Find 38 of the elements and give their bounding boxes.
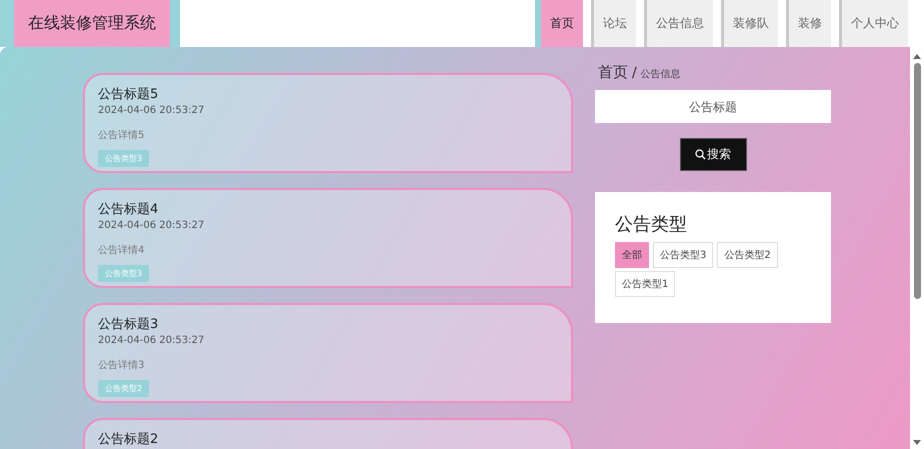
type-heading: 公告类型 [615,213,688,236]
nav-tab[interactable]: 公告信息 [644,0,713,47]
notice-title: 公告标题2 [98,431,160,448]
notice-type-tag: 公告类型2 [98,380,150,397]
nav-tab[interactable]: 装修 [786,0,831,47]
search-icon [695,149,706,160]
search-field[interactable]: 公告标题 [595,90,831,123]
type-filter[interactable]: 全部 [615,242,649,268]
type-filter[interactable]: 公告类型3 [653,242,714,268]
notice-card[interactable]: 公告标题3 2024-04-06 20:53:27 公告详情3 公告类型2 [83,303,573,403]
breadcrumb-separator: / [632,65,637,81]
notice-title: 公告标题3 [98,316,160,333]
nav-tab[interactable]: 首页 [538,0,583,47]
search-button[interactable]: 搜索 [680,138,746,171]
notice-detail: 公告详情3 [98,358,146,372]
notice-detail: 公告详情4 [98,244,146,257]
scrollbar[interactable] [910,47,924,449]
notice-card[interactable]: 公告标题2 [83,418,573,449]
scroll-up-icon[interactable] [913,53,921,59]
notice-card[interactable]: 公告标题4 2024-04-06 20:53:27 公告详情4 公告类型3 [83,188,573,288]
scroll-down-icon[interactable] [913,440,921,446]
site-title: 在线装修管理系统 [0,0,180,47]
notice-type-tag: 公告类型3 [98,265,150,282]
breadcrumb-link[interactable]: 首页 [598,63,628,82]
notice-detail: 公告详情5 [98,128,146,142]
notice-title: 公告标题5 [98,86,160,103]
type-filter[interactable]: 公告类型2 [717,242,778,268]
nav-tab[interactable]: 个人中心 [839,0,908,47]
breadcrumb-current: 公告信息 [640,68,681,81]
type-filter[interactable]: 公告类型1 [615,271,676,297]
notice-time: 2024-04-06 20:53:27 [98,105,206,116]
notice-title: 公告标题4 [98,201,160,218]
nav-tab[interactable]: 论坛 [591,0,636,47]
notice-type-tag: 公告类型3 [98,150,150,167]
nav-tab[interactable]: 装修队 [721,0,778,47]
notice-time: 2024-04-06 20:53:27 [98,220,206,231]
notice-card[interactable]: 公告标题5 2024-04-06 20:53:27 公告详情5 公告类型3 [83,73,573,173]
notice-time: 2024-04-06 20:53:27 [98,335,206,346]
